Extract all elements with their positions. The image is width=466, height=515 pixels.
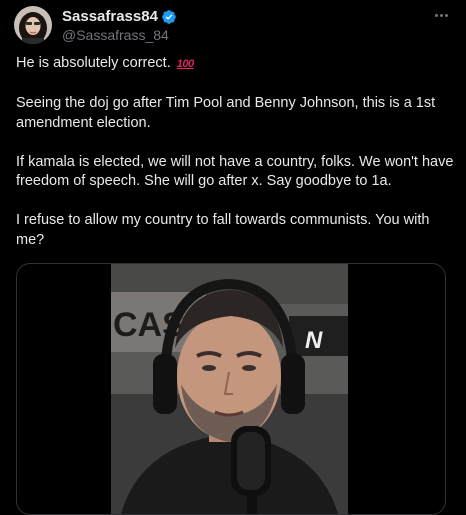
show-logo-text: N [305, 327, 323, 354]
media-container[interactable]: CAS N [16, 263, 446, 515]
tweet-card[interactable]: Sassafrass84 @Sassafrass_84 He is absolu… [0, 0, 466, 515]
video-frame: CAS N [111, 264, 348, 514]
author-display-name[interactable]: Sassafrass84 [62, 8, 158, 26]
more-dot [434, 13, 438, 17]
tweet-text: He is absolutely correct. 100 Seeing the… [16, 54, 456, 250]
tweet-paragraph: He is absolutely correct. 100 [16, 54, 456, 75]
author-handle[interactable]: @Sassafrass_84 [62, 27, 169, 44]
author-name-row: Sassafrass84 [62, 8, 177, 26]
more-dot [439, 13, 443, 17]
verified-badge-icon [161, 9, 177, 25]
hundred-points-emoji: 100 [176, 58, 194, 70]
avatar-image [14, 6, 52, 44]
tweet-paragraph: I refuse to allow my country to fall tow… [16, 212, 430, 248]
video-thumbnail[interactable]: CAS N [111, 264, 348, 514]
avatar[interactable] [14, 6, 52, 44]
tweet-paragraph-text: He is absolutely correct. [16, 55, 171, 71]
more-options-icon[interactable] [430, 6, 452, 24]
tweet-paragraph: If kamala is elected, we will not have a… [16, 153, 454, 190]
tweet-paragraph: Seeing the doj go after Tim Pool and Ben… [16, 95, 436, 131]
more-dot [444, 13, 448, 17]
